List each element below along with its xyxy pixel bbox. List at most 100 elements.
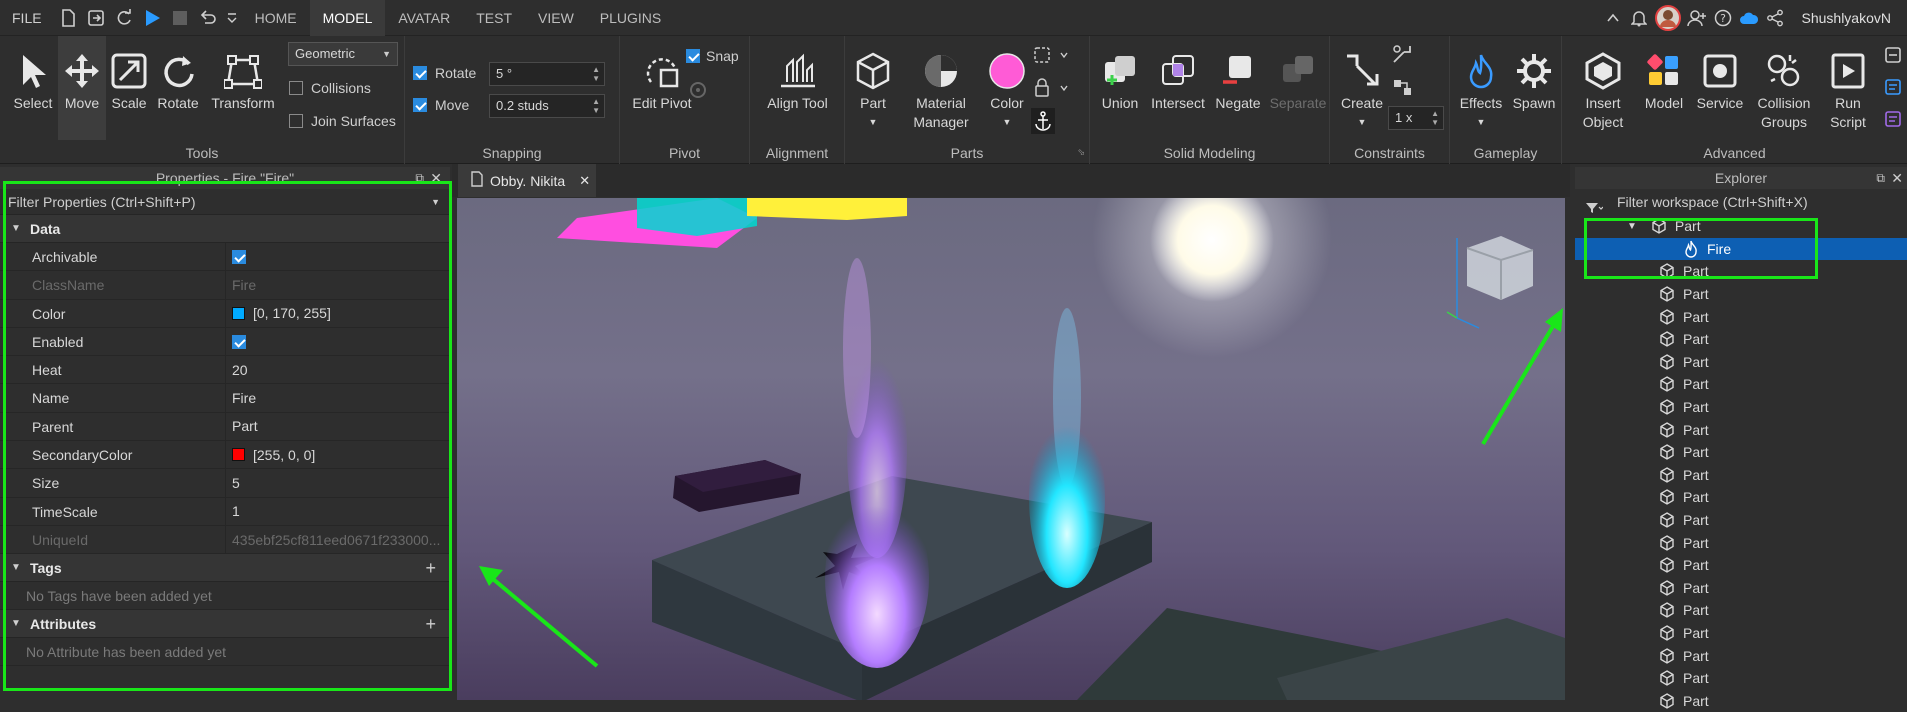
join-surfaces-toggle[interactable]: Join Surfaces [289, 113, 396, 129]
select-button[interactable]: Select [8, 36, 58, 140]
redo-icon[interactable] [110, 0, 138, 36]
tree-item-part[interactable]: Part [1575, 531, 1907, 554]
notification-bell-icon[interactable] [1626, 0, 1652, 36]
material-manager-button[interactable]: Material Manager [901, 36, 981, 140]
tree-item-part[interactable]: Part [1575, 305, 1907, 328]
weld-icon[interactable] [1392, 78, 1414, 101]
negate-button[interactable]: Negate [1210, 36, 1266, 140]
tree-item-part[interactable]: Part [1575, 577, 1907, 600]
tree-item-part[interactable]: Part [1575, 418, 1907, 441]
tree-item-part[interactable]: Part [1575, 599, 1907, 622]
collisions-toggle[interactable]: Collisions [289, 80, 371, 96]
group-select-icon[interactable] [1033, 46, 1069, 67]
service-button[interactable]: Service [1692, 36, 1748, 140]
insert-object-button[interactable]: Insert Object [1570, 36, 1636, 140]
tree-item-part[interactable]: Part [1575, 351, 1907, 374]
undock-icon[interactable]: ⧉ [1876, 167, 1885, 189]
pivot-snap-toggle[interactable]: Snap [686, 48, 739, 64]
insert-object-label: Insert Object [1570, 94, 1636, 132]
undo-icon[interactable] [194, 0, 222, 36]
add-friend-icon[interactable] [1684, 0, 1710, 36]
tree-item-part[interactable]: Part [1575, 644, 1907, 667]
transform-mode-dropdown[interactable]: Geometric▼ [288, 42, 398, 66]
color-button[interactable]: Color ▼ [983, 36, 1031, 140]
tree-item-part[interactable]: Part [1575, 622, 1907, 645]
cloud-icon[interactable] [1736, 0, 1762, 36]
tab-view[interactable]: VIEW [525, 0, 587, 36]
close-tab-icon[interactable]: ✕ [579, 173, 590, 189]
tree-item-part[interactable]: Part [1575, 554, 1907, 577]
union-button[interactable]: Union [1094, 36, 1146, 140]
tab-test[interactable]: TEST [463, 0, 525, 36]
anchor-icon[interactable] [1031, 108, 1055, 134]
move-snap-toggle[interactable]: Move [413, 97, 469, 113]
pivot-snap-checkbox[interactable] [686, 49, 700, 63]
tab-avatar[interactable]: AVATAR [385, 0, 463, 36]
separate-icon [1279, 50, 1317, 92]
join-surfaces-checkbox[interactable] [289, 114, 303, 128]
constraint-scale-input[interactable]: 1 x▲▼ [1388, 106, 1444, 130]
scale-button[interactable]: Scale [106, 36, 152, 140]
model-label: Model [1645, 94, 1683, 113]
file-menu[interactable]: FILE [0, 0, 54, 36]
rotate-snap-toggle[interactable]: Rotate [413, 65, 476, 81]
play-icon[interactable] [138, 0, 166, 36]
rotate-snap-checkbox[interactable] [413, 66, 427, 80]
tree-item-part[interactable]: Part [1575, 689, 1907, 712]
intersect-button[interactable]: Intersect [1146, 36, 1210, 140]
tab-plugins[interactable]: PLUGINS [587, 0, 674, 36]
collisions-checkbox[interactable] [289, 81, 303, 95]
publish-icon[interactable] [82, 0, 110, 36]
rotate-button[interactable]: Rotate [152, 36, 204, 140]
tree-item-part[interactable]: Part [1575, 441, 1907, 464]
stop-icon[interactable] [166, 0, 194, 36]
username[interactable]: ShushlyakovN [1788, 10, 1900, 26]
align-tool-button[interactable]: Align Tool [760, 36, 835, 140]
pivot-reset-icon[interactable] [688, 80, 708, 103]
help-icon[interactable]: ? [1710, 0, 1736, 36]
effects-button[interactable]: Effects ▼ [1454, 36, 1508, 140]
tree-item-part[interactable]: Part [1575, 486, 1907, 509]
collapse-icon[interactable] [1600, 0, 1626, 36]
collision-groups-button[interactable]: Collision Groups [1748, 36, 1820, 140]
tree-item-label: Part [1683, 331, 1709, 347]
tree-item-part[interactable]: Part [1575, 667, 1907, 690]
stepper-icon[interactable]: ▲▼ [592, 65, 600, 83]
tab-obby-nikita[interactable]: Obby. Nikita ✕ [458, 164, 596, 197]
stepper-icon[interactable]: ▲▼ [1431, 109, 1439, 127]
filter-workspace-input[interactable]: Filter workspace (Ctrl+Shift+X) [1575, 189, 1907, 215]
script-icon[interactable] [1884, 46, 1902, 67]
stepper-icon[interactable]: ▲▼ [592, 97, 600, 115]
create-constraint-button[interactable]: Create ▼ [1334, 36, 1390, 140]
run-script-button[interactable]: Run Script [1820, 36, 1876, 140]
tree-item-part[interactable]: Part [1575, 328, 1907, 351]
spawn-button[interactable]: Spawn [1508, 36, 1560, 140]
tree-item-part[interactable]: Part [1575, 373, 1907, 396]
gameplay-caption: Gameplay [1450, 145, 1561, 161]
3d-viewport[interactable] [457, 198, 1565, 700]
tree-item-part[interactable]: Part [1575, 396, 1907, 419]
tree-item-part[interactable]: Part [1575, 509, 1907, 532]
tab-model[interactable]: MODEL [310, 0, 386, 36]
tree-item-part[interactable]: Part [1575, 283, 1907, 306]
move-snap-input[interactable]: 0.2 studs▲▼ [489, 94, 605, 118]
module-script-icon[interactable] [1884, 110, 1902, 131]
separate-button[interactable]: Separate [1266, 36, 1330, 140]
tree-item-part[interactable]: Part [1575, 464, 1907, 487]
avatar[interactable] [1652, 0, 1684, 36]
close-icon[interactable]: ✕ [1891, 167, 1903, 189]
rotate-snap-input[interactable]: 5 °▲▼ [489, 62, 605, 86]
part-button[interactable]: Part ▼ [849, 36, 897, 140]
attachment-icon[interactable] [1392, 44, 1414, 67]
move-button[interactable]: Move [58, 36, 106, 140]
move-snap-checkbox[interactable] [413, 98, 427, 112]
view-cube[interactable] [1447, 236, 1533, 328]
local-script-icon[interactable] [1884, 78, 1902, 99]
lock-icon[interactable] [1033, 78, 1069, 101]
transform-button[interactable]: Transform [204, 36, 282, 140]
new-file-icon[interactable] [54, 0, 82, 36]
model-button[interactable]: Model [1636, 36, 1692, 140]
share-icon[interactable] [1762, 0, 1788, 36]
tab-home[interactable]: HOME [242, 0, 310, 36]
customize-icon[interactable] [222, 0, 242, 36]
